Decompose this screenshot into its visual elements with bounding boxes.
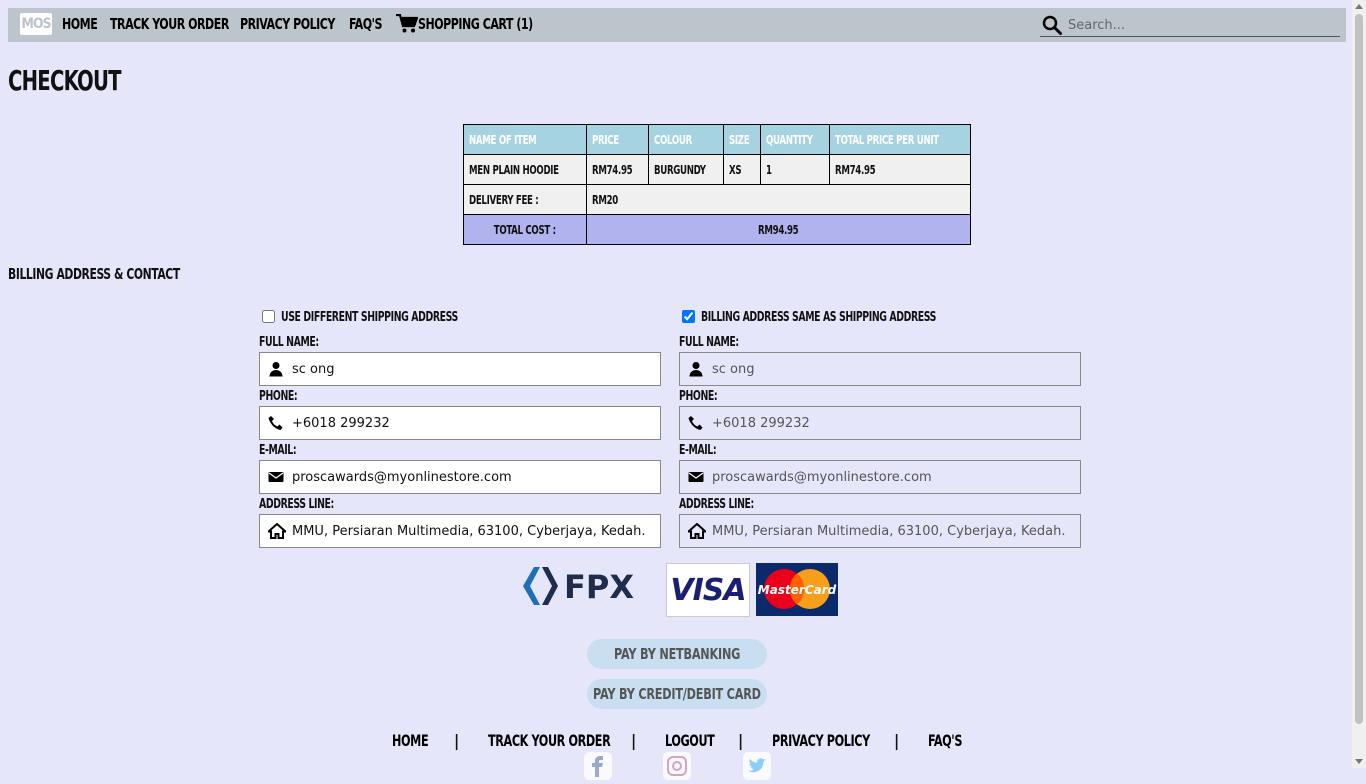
phone-label: PHONE: — [679, 389, 718, 404]
fullname-field — [259, 352, 661, 386]
phone-icon — [268, 415, 284, 431]
billing-form: BILLING ADDRESS SAME AS SHIPPING ADDRESS… — [679, 309, 1081, 549]
top-nav: MOS HOME TRACK YOUR ORDER PRIVACY POLICY… — [8, 8, 1346, 42]
footer-home[interactable]: HOME — [392, 731, 429, 750]
address-field — [259, 514, 661, 548]
different-shipping-label: USE DIFFERENT SHIPPING ADDRESS — [281, 310, 458, 325]
phone-field — [259, 406, 661, 440]
address-label: ADDRESS LINE: — [259, 497, 334, 512]
fpx-logo: FPX — [522, 566, 642, 612]
footer-privacy-policy[interactable]: PRIVACY POLICY — [772, 731, 870, 750]
user-icon — [688, 361, 704, 377]
home-icon — [685, 522, 709, 539]
footer-faq[interactable]: FAQ'S — [928, 731, 962, 750]
total-value: RM94.95 — [586, 214, 971, 245]
twitter-icon[interactable] — [743, 752, 771, 780]
shipping-email-input[interactable] — [292, 461, 652, 493]
email-field — [259, 460, 661, 494]
address-field — [679, 514, 1081, 548]
svg-text:MasterCard: MasterCard — [758, 583, 837, 597]
search-bar — [1040, 14, 1340, 37]
fullname-label: FULL NAME: — [259, 335, 319, 350]
nav-faq[interactable]: FAQ'S — [349, 15, 383, 33]
item-total-cell: RM74.95 — [829, 154, 971, 185]
mastercard-logo: MasterCard — [756, 563, 838, 616]
footer-separator: | — [454, 731, 460, 750]
column-header: NAME OF ITEM — [462, 124, 588, 155]
email-label: E-MAIL: — [679, 443, 717, 458]
billing-section-title: BILLING ADDRESS & CONTACT — [8, 265, 180, 283]
scroll-thumb[interactable] — [1355, 14, 1363, 724]
item-price-cell: RM74.95 — [586, 154, 649, 185]
pay-card-button[interactable]: PAY BY CREDIT/DEBIT CARD — [587, 679, 767, 709]
item-colour-cell: BURGUNDY — [647, 154, 725, 185]
billing-same-checkbox[interactable] — [682, 310, 695, 323]
user-icon — [268, 361, 284, 377]
phone-icon — [688, 415, 704, 431]
billing-same-label: BILLING ADDRESS SAME AS SHIPPING ADDRESS — [701, 310, 936, 325]
shipping-fullname-input[interactable] — [292, 353, 652, 385]
column-header: QUANTITY — [759, 124, 831, 155]
envelope-icon — [268, 469, 284, 485]
footer-separator: | — [894, 731, 900, 750]
scroll-up-arrow[interactable] — [1355, 4, 1363, 9]
total-row: TOTAL COST : RM94.95 — [462, 214, 971, 245]
nav-home[interactable]: HOME — [62, 15, 98, 33]
address-label: ADDRESS LINE: — [679, 497, 754, 512]
billing-address-input — [712, 515, 1072, 547]
fullname-label: FULL NAME: — [679, 335, 739, 350]
item-size-cell: XS — [723, 154, 761, 185]
nav-shopping-cart[interactable]: SHOPPING CART (1) — [418, 15, 533, 33]
facebook-icon[interactable] — [584, 752, 612, 780]
order-summary-table: NAME OF ITEM PRICE COLOUR SIZE QUANTITY … — [462, 124, 971, 245]
billing-phone-input — [712, 407, 1072, 439]
billing-email-input — [712, 461, 1072, 493]
billing-fullname-input — [712, 353, 1072, 385]
visa-logo: VISA — [666, 563, 750, 617]
site-logo[interactable]: MOS — [20, 13, 52, 35]
footer-separator: | — [631, 731, 637, 750]
nav-track-order[interactable]: TRACK YOUR ORDER — [110, 15, 229, 33]
phone-field — [679, 406, 1081, 440]
scroll-down-arrow[interactable] — [1355, 759, 1363, 764]
page-scrollbar[interactable] — [1352, 0, 1366, 768]
delivery-value: RM20 — [586, 184, 971, 215]
cart-icon[interactable] — [396, 13, 419, 38]
email-label: E-MAIL: — [259, 443, 297, 458]
item-quantity-cell: 1 — [759, 154, 831, 185]
footer-logout[interactable]: LOGOUT — [665, 731, 715, 750]
home-icon — [265, 522, 289, 539]
instagram-icon[interactable] — [663, 752, 691, 780]
phone-label: PHONE: — [259, 389, 298, 404]
column-header: TOTAL PRICE PER UNIT — [829, 124, 971, 155]
delivery-label: DELIVERY FEE : — [462, 184, 588, 215]
table-header-row: NAME OF ITEM PRICE COLOUR SIZE QUANTITY … — [462, 124, 971, 155]
shipping-form: USE DIFFERENT SHIPPING ADDRESS FULL NAME… — [259, 309, 661, 549]
page-title: CHECKOUT — [8, 64, 122, 97]
footer-track-order[interactable]: TRACK YOUR ORDER — [488, 731, 611, 750]
svg-text:FPX: FPX — [564, 568, 634, 606]
footer-separator: | — [738, 731, 744, 750]
column-header: COLOUR — [647, 124, 725, 155]
search-input[interactable] — [1066, 14, 1340, 36]
shipping-phone-input[interactable] — [292, 407, 652, 439]
shipping-address-input[interactable] — [292, 515, 652, 547]
pay-netbanking-button[interactable]: PAY BY NETBANKING — [587, 639, 767, 669]
envelope-icon — [688, 469, 704, 485]
table-row: MEN PLAIN HOODIE RM74.95 BURGUNDY XS 1 R… — [462, 154, 971, 185]
item-name-cell: MEN PLAIN HOODIE — [462, 154, 588, 185]
delivery-row: DELIVERY FEE : RM20 — [462, 184, 971, 215]
total-label: TOTAL COST : — [462, 214, 588, 245]
email-field — [679, 460, 1081, 494]
different-shipping-checkbox[interactable] — [262, 310, 275, 323]
column-header: PRICE — [586, 124, 649, 155]
nav-privacy-policy[interactable]: PRIVACY POLICY — [240, 15, 335, 33]
search-icon[interactable] — [1042, 15, 1062, 39]
column-header: SIZE — [723, 124, 761, 155]
fullname-field — [679, 352, 1081, 386]
